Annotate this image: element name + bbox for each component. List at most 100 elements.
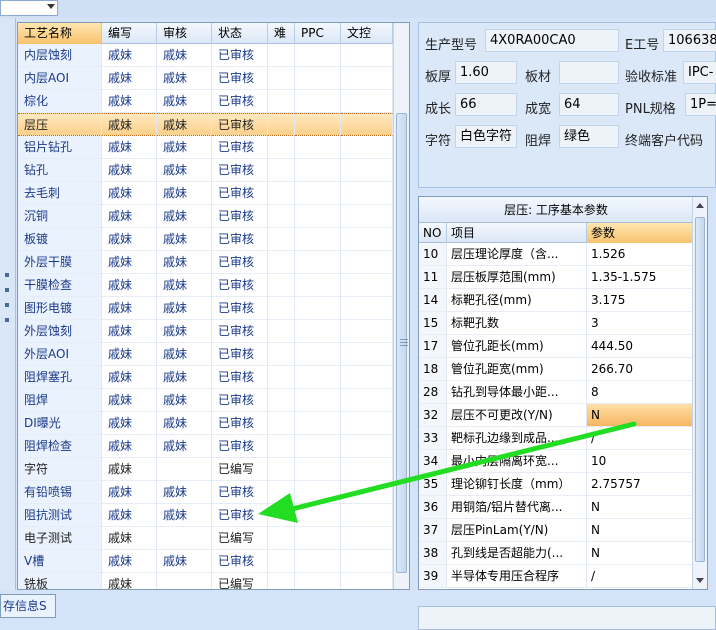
cell-process-name[interactable]: 沉铜 bbox=[18, 205, 102, 228]
cell-difficulty[interactable] bbox=[268, 297, 295, 320]
cell-doc-control[interactable] bbox=[341, 412, 393, 435]
cell-doc-control[interactable] bbox=[341, 573, 393, 589]
table-row[interactable]: 11 层压板厚范围(mm) 1.35-1.575 bbox=[419, 266, 693, 289]
cell-ppc[interactable] bbox=[295, 113, 341, 136]
cell-writer[interactable]: 戚妹 bbox=[102, 389, 157, 412]
cell-difficulty[interactable] bbox=[268, 573, 295, 589]
cell-difficulty[interactable] bbox=[268, 136, 295, 159]
cell-process-name[interactable]: 钻孔 bbox=[18, 159, 102, 182]
table-row[interactable]: 33 靶标孔边缘到成品... / bbox=[419, 427, 693, 450]
col-value[interactable]: 参数 bbox=[587, 223, 693, 243]
cell-no[interactable]: 37 bbox=[419, 519, 447, 542]
table-row[interactable]: 铝片钻孔 戚妹 戚妹 已审核 bbox=[18, 136, 393, 159]
cell-value[interactable]: 1.35-1.575 bbox=[587, 266, 693, 289]
col-process-name[interactable]: 工艺名称 bbox=[18, 23, 102, 44]
material-field[interactable] bbox=[559, 61, 619, 84]
cell-process-name[interactable]: 棕化 bbox=[18, 90, 102, 113]
table-row[interactable]: 棕化 戚妹 戚妹 已审核 bbox=[18, 90, 393, 113]
scroll-down-icon[interactable] bbox=[696, 578, 704, 583]
cell-difficulty[interactable] bbox=[268, 205, 295, 228]
cell-no[interactable]: 39 bbox=[419, 565, 447, 588]
cell-reviewer[interactable]: 戚妹 bbox=[157, 481, 212, 504]
cell-item[interactable]: 层压板厚范围(mm) bbox=[447, 266, 587, 289]
cell-reviewer[interactable]: 戚妹 bbox=[157, 343, 212, 366]
col-ppc[interactable]: PPC bbox=[295, 23, 341, 44]
cell-item[interactable]: 标靶孔数 bbox=[447, 312, 587, 335]
cell-ppc[interactable] bbox=[295, 228, 341, 251]
table-row[interactable]: 阻抗测试 戚妹 戚妹 已审核 bbox=[18, 504, 393, 527]
cell-process-name[interactable]: V槽 bbox=[18, 550, 102, 573]
cell-process-name[interactable]: 阻焊塞孔 bbox=[18, 366, 102, 389]
table-row[interactable]: 36 用铜箔/铝片替代离... N bbox=[419, 496, 693, 519]
cell-process-name[interactable]: 阻抗测试 bbox=[18, 504, 102, 527]
cell-doc-control[interactable] bbox=[341, 320, 393, 343]
table-row[interactable]: 沉铜 戚妹 戚妹 已审核 bbox=[18, 205, 393, 228]
cell-difficulty[interactable] bbox=[268, 67, 295, 90]
cell-difficulty[interactable] bbox=[268, 274, 295, 297]
cell-status[interactable]: 已编写 bbox=[212, 527, 268, 550]
cell-reviewer[interactable]: 戚妹 bbox=[157, 136, 212, 159]
cell-process-name[interactable]: 外层AOI bbox=[18, 343, 102, 366]
cell-ppc[interactable] bbox=[295, 550, 341, 573]
cell-ppc[interactable] bbox=[295, 90, 341, 113]
cell-process-name[interactable]: 有铅喷锡 bbox=[18, 481, 102, 504]
cell-ppc[interactable] bbox=[295, 389, 341, 412]
cell-status[interactable]: 已编写 bbox=[212, 573, 268, 589]
cell-process-name[interactable]: DI曝光 bbox=[18, 412, 102, 435]
cell-ppc[interactable] bbox=[295, 274, 341, 297]
cell-item[interactable]: 层压PinLam(Y/N) bbox=[447, 519, 587, 542]
table-row[interactable]: 35 理论铆钉长度（mm） 2.75757 bbox=[419, 473, 693, 496]
cell-process-name[interactable]: 图形电镀 bbox=[18, 297, 102, 320]
cell-process-name[interactable]: 外层干膜 bbox=[18, 251, 102, 274]
table-row[interactable]: 17 管位孔距长(mm) 444.50 bbox=[419, 335, 693, 358]
filter-dropdown[interactable] bbox=[0, 0, 58, 16]
table-row[interactable]: 内层蚀刻 戚妹 戚妹 已审核 bbox=[18, 44, 393, 67]
cell-difficulty[interactable] bbox=[268, 113, 295, 136]
cell-writer[interactable]: 戚妹 bbox=[102, 136, 157, 159]
cell-doc-control[interactable] bbox=[341, 481, 393, 504]
table-row[interactable]: 外层干膜 戚妹 戚妹 已审核 bbox=[18, 251, 393, 274]
cell-doc-control[interactable] bbox=[341, 274, 393, 297]
table-row[interactable]: 14 标靶孔径(mm) 3.175 bbox=[419, 289, 693, 312]
cell-ppc[interactable] bbox=[295, 205, 341, 228]
table-row[interactable]: 有铅喷锡 戚妹 戚妹 已审核 bbox=[18, 481, 393, 504]
cell-ppc[interactable] bbox=[295, 159, 341, 182]
cell-status[interactable]: 已审核 bbox=[212, 182, 268, 205]
cell-doc-control[interactable] bbox=[341, 113, 393, 136]
cell-no[interactable]: 14 bbox=[419, 289, 447, 312]
cell-doc-control[interactable] bbox=[341, 205, 393, 228]
cell-doc-control[interactable] bbox=[341, 228, 393, 251]
table-row[interactable]: V槽 戚妹 戚妹 已审核 bbox=[18, 550, 393, 573]
cell-status[interactable]: 已审核 bbox=[212, 504, 268, 527]
cell-writer[interactable]: 戚妹 bbox=[102, 481, 157, 504]
cell-status[interactable]: 已审核 bbox=[212, 389, 268, 412]
cell-ppc[interactable] bbox=[295, 366, 341, 389]
cell-item[interactable]: 孔到线是否超能力(... bbox=[447, 542, 587, 565]
cell-doc-control[interactable] bbox=[341, 343, 393, 366]
cell-reviewer[interactable]: 戚妹 bbox=[157, 320, 212, 343]
cell-reviewer[interactable]: 戚妹 bbox=[157, 550, 212, 573]
cell-status[interactable]: 已审核 bbox=[212, 159, 268, 182]
cell-value[interactable]: 1.526 bbox=[587, 243, 693, 266]
cell-ppc[interactable] bbox=[295, 251, 341, 274]
cell-doc-control[interactable] bbox=[341, 458, 393, 481]
cell-difficulty[interactable] bbox=[268, 435, 295, 458]
cell-reviewer[interactable]: 戚妹 bbox=[157, 67, 212, 90]
table-row[interactable]: 内层AOI 戚妹 戚妹 已审核 bbox=[18, 67, 393, 90]
cell-no[interactable]: 11 bbox=[419, 266, 447, 289]
left-splitter[interactable] bbox=[0, 18, 16, 590]
cell-item[interactable]: 最小内层隔离环宽... bbox=[447, 450, 587, 473]
table-row[interactable]: 39 半导体专用压合程序 / bbox=[419, 565, 693, 588]
process-grid-scrollbar[interactable] bbox=[393, 23, 409, 589]
cell-value[interactable]: / bbox=[587, 427, 693, 450]
col-difficulty[interactable]: 难 bbox=[268, 23, 295, 44]
cell-reviewer[interactable] bbox=[157, 458, 212, 481]
cell-reviewer[interactable]: 戚妹 bbox=[157, 366, 212, 389]
cell-ppc[interactable] bbox=[295, 412, 341, 435]
cell-status[interactable]: 已审核 bbox=[212, 67, 268, 90]
cell-process-name[interactable]: 内层蚀刻 bbox=[18, 44, 102, 67]
table-row[interactable]: 15 标靶孔数 3 bbox=[419, 312, 693, 335]
cell-item[interactable]: 靶标孔边缘到成品... bbox=[447, 427, 587, 450]
cell-value[interactable]: 266.70 bbox=[587, 358, 693, 381]
cell-value[interactable]: 8 bbox=[587, 381, 693, 404]
